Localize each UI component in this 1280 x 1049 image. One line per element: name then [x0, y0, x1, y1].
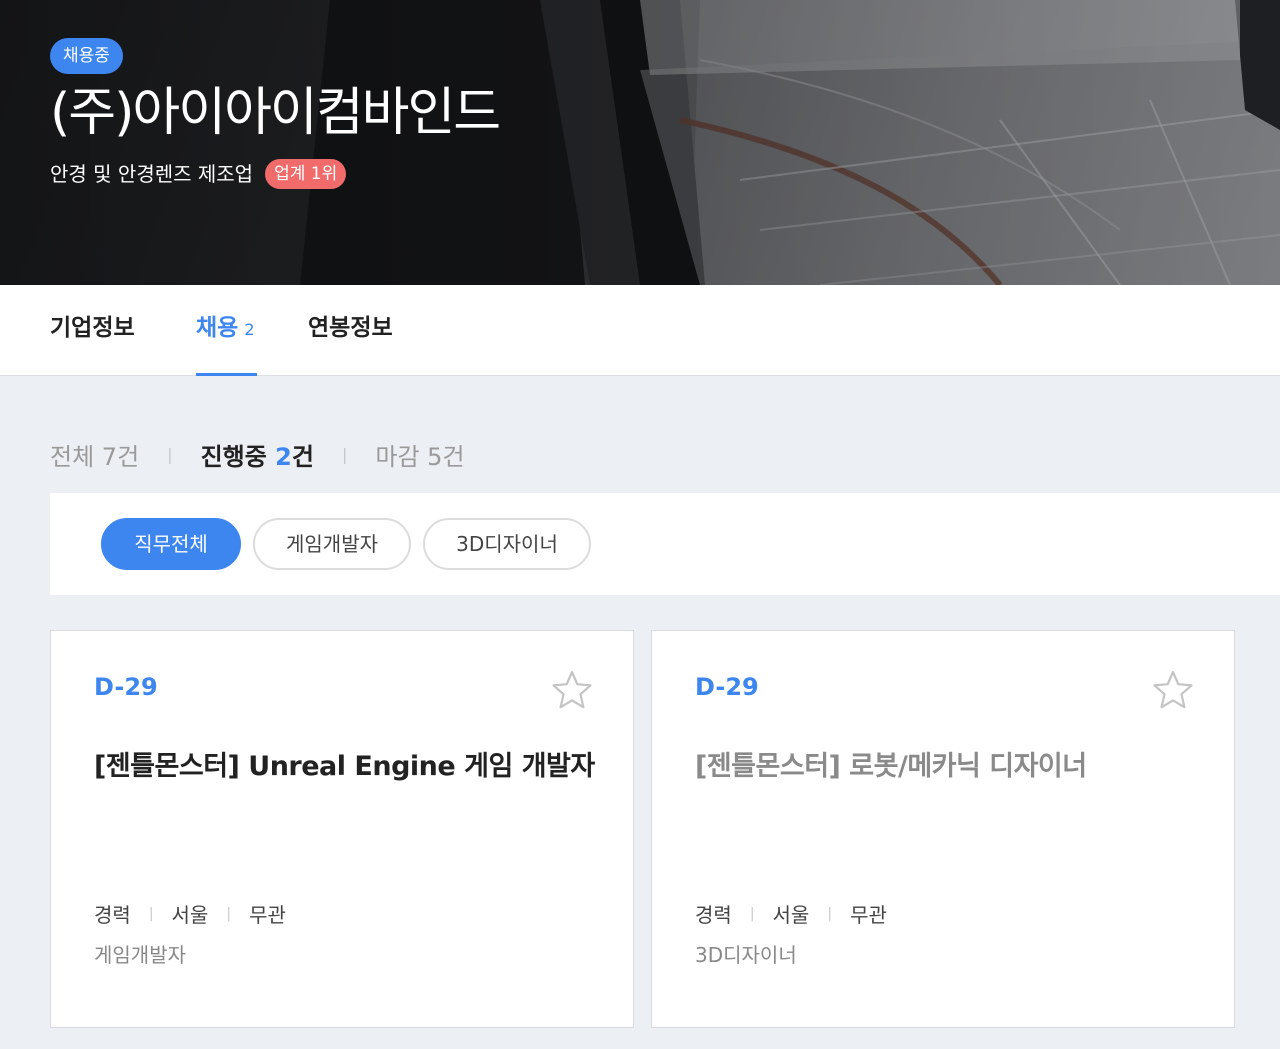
filter-closed[interactable]: 마감 5건 [375, 437, 464, 472]
job-category: 게임개발자 [94, 943, 186, 967]
job-category: 3D디자이너 [695, 943, 797, 967]
tab-label: 연봉정보 [308, 315, 393, 341]
chip-all-jobs[interactable]: 직무전체 [101, 518, 241, 570]
hiring-status-badge: 채용중 [50, 38, 123, 74]
filter-ongoing[interactable]: 진행중 2건 [201, 437, 314, 472]
industry-label: 안경 및 안경렌즈 제조업 [50, 162, 254, 186]
filter-all-suffix: 건 [117, 442, 140, 471]
job-career: 경력 [94, 903, 131, 927]
job-meta: 경력 | 서울 | 무관 [695, 899, 887, 928]
filter-ongoing-label: 진행중 [200, 442, 276, 471]
filter-closed-label: 마감 [375, 442, 428, 471]
tab-company-info[interactable]: 기업정보 [50, 285, 135, 376]
filter-closed-count: 5 [427, 442, 443, 471]
star-outline-icon[interactable] [1152, 669, 1194, 711]
company-tab-bar: 기업정보 채용 2 연봉정보 [0, 285, 1280, 376]
filter-divider: | [341, 444, 348, 464]
meta-divider: | [226, 905, 232, 922]
job-card[interactable]: D-29 [젠틀몬스터] 로봇/메카닉 디자이너 경력 | 서울 | 무관 3D… [651, 630, 1235, 1028]
filter-all[interactable]: 전체 7건 [50, 437, 139, 472]
tab-label: 기업정보 [50, 315, 135, 341]
star-outline-icon[interactable] [551, 669, 593, 711]
deadline-dday: D-29 [94, 673, 158, 701]
job-education: 무관 [850, 903, 887, 927]
filter-closed-suffix: 건 [442, 442, 465, 471]
job-card[interactable]: D-29 [젠틀몬스터] Unreal Engine 게임 개발자 경력 | 서… [50, 630, 634, 1028]
chip-3d-designer[interactable]: 3D디자이너 [423, 518, 591, 570]
job-location: 서울 [772, 903, 810, 927]
meta-divider: | [827, 905, 833, 922]
job-location: 서울 [171, 903, 209, 927]
industry-rank-badge: 업계 1위 [265, 159, 347, 189]
industry-row: 안경 및 안경렌즈 제조업 업계 1위 [50, 158, 347, 190]
posting-status-filter: 전체 7건 | 진행중 2건 | 마감 5건 [50, 436, 465, 472]
tab-label: 채용 [196, 315, 239, 341]
meta-divider: | [749, 905, 755, 922]
company-hero-banner: 채용중 (주)아이아이컴바인드 안경 및 안경렌즈 제조업 업계 1위 [0, 0, 1280, 285]
job-title[interactable]: [젠틀몬스터] Unreal Engine 게임 개발자 [94, 744, 595, 783]
chip-game-developer[interactable]: 게임개발자 [253, 518, 411, 570]
filter-all-count: 7 [101, 442, 118, 471]
deadline-dday: D-29 [695, 673, 759, 701]
tab-salary-info[interactable]: 연봉정보 [308, 285, 393, 376]
tab-recruitment[interactable]: 채용 2 [196, 285, 257, 376]
job-meta: 경력 | 서울 | 무관 [94, 899, 286, 928]
filter-ongoing-suffix: 건 [291, 442, 314, 471]
filter-all-label: 전체 [50, 442, 102, 471]
job-education: 무관 [249, 903, 286, 927]
company-name: (주)아이아이컴바인드 [50, 83, 501, 143]
tab-count: 2 [244, 320, 255, 339]
filter-ongoing-count: 2 [275, 442, 292, 471]
job-title[interactable]: [젠틀몬스터] 로봇/메카닉 디자이너 [695, 744, 1194, 783]
filter-divider: | [167, 444, 173, 464]
meta-divider: | [148, 905, 154, 922]
job-category-filter: 직무전체 게임개발자 3D디자이너 [50, 493, 1280, 595]
job-career: 경력 [695, 903, 732, 927]
